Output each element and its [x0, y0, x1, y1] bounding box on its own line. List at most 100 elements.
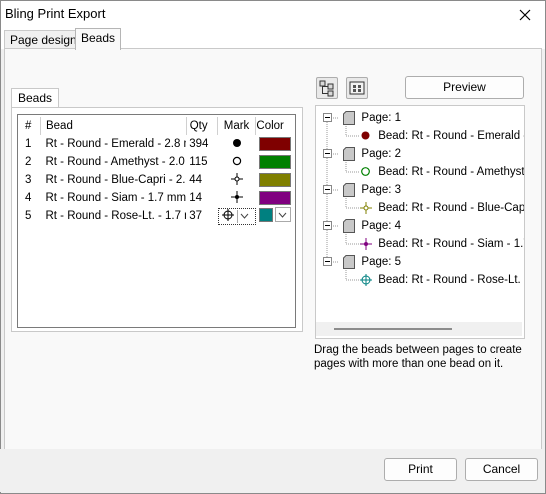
row-bead: Rt - Round - Amethyst - 2.0: [45, 156, 185, 168]
bead-label: Bead: Rt - Round - Emerald - 2: [378, 130, 525, 142]
print-button[interactable]: Print: [384, 458, 457, 481]
tab-beads[interactable]: Beads: [75, 28, 122, 50]
tree-node-bead[interactable]: Bead: Rt - Round - Amethyst - 2: [360, 163, 525, 181]
tree-node-bead[interactable]: Bead: Rt - Round - Siam - 1.7 m: [360, 235, 524, 253]
page-icon: [343, 110, 356, 125]
tree-node-page[interactable]: Page: 4: [323, 217, 401, 235]
mark-dropdown[interactable]: [217, 207, 256, 225]
tree-collapse-icon: [349, 81, 365, 95]
table-row[interactable]: 1 Rt - Round - Emerald - 2.8 m 394: [20, 135, 295, 153]
page-icon: [343, 254, 356, 269]
row-num: 5: [25, 210, 32, 222]
tree-node-bead[interactable]: Bead: Rt - Round - Blue-Capri - 2: [360, 199, 525, 217]
row-mark[interactable]: [217, 189, 256, 207]
color-swatch: [258, 155, 291, 169]
tree-node-bead[interactable]: Bead: Rt - Round - Emerald - 2: [360, 127, 525, 145]
color-swatch: [258, 137, 291, 151]
tree-node-page[interactable]: Page: 3: [323, 181, 401, 199]
dialog-footer: [0, 449, 544, 492]
table-row[interactable]: 3 Rt - Round - Blue-Capri - 2.0 44: [20, 171, 295, 189]
column-header-mark[interactable]: Mark: [217, 117, 257, 135]
page-label: Page: 4: [361, 220, 402, 232]
beads-inner-tab[interactable]: Beads: [11, 88, 60, 107]
color-swatch: [258, 207, 273, 222]
collapse-box-icon[interactable]: [323, 149, 332, 159]
tree-node-page[interactable]: Page: 2: [323, 145, 401, 163]
row-qty: 14: [189, 192, 203, 204]
page-label: Page: 1: [361, 112, 402, 124]
column-header-qty[interactable]: Qty: [186, 117, 218, 135]
page-tree[interactable]: Page: 1 Bead: Rt - Round - Emerald - 2 P…: [315, 105, 525, 339]
tree-node-page[interactable]: Page: 5: [323, 253, 401, 271]
row-mark[interactable]: [217, 171, 256, 189]
row-color[interactable]: [256, 207, 295, 225]
open-star-icon: [230, 172, 243, 185]
row-bead: Rt - Round - Rose-Lt. - 1.7 n: [45, 210, 187, 222]
close-icon: [519, 9, 531, 21]
table-row[interactable]: 5 Rt - Round - Rose-Lt. - 1.7 n 37: [20, 207, 295, 225]
preview-button[interactable]: Preview: [405, 76, 524, 99]
row-color[interactable]: [256, 135, 295, 153]
bead-mark-icon: [360, 237, 372, 250]
bead-label: Bead: Rt - Round - Amethyst - 2: [378, 166, 525, 178]
row-qty: 44: [189, 174, 203, 186]
cancel-button[interactable]: Cancel: [465, 458, 538, 481]
collapse-box-icon[interactable]: [323, 221, 332, 231]
row-mark[interactable]: [217, 153, 256, 171]
scrollbar-thumb[interactable]: [334, 328, 452, 330]
collapse-box-icon[interactable]: [323, 113, 332, 123]
row-num: 1: [25, 138, 32, 150]
column-header-num[interactable]: #: [20, 117, 41, 135]
table-row[interactable]: 4 Rt - Round - Siam - 1.7 mm 14: [20, 189, 295, 207]
row-color[interactable]: [256, 189, 295, 207]
title-bar: Bling Print Export: [1, 1, 545, 29]
color-dropdown[interactable]: [258, 207, 291, 223]
tab-page-design[interactable]: Page design: [4, 30, 83, 49]
row-num: 4: [25, 192, 32, 204]
bead-mark-icon: [360, 201, 372, 214]
row-bead: Rt - Round - Blue-Capri - 2.0: [45, 174, 187, 186]
collapse-box-icon[interactable]: [323, 257, 332, 267]
window-title: Bling Print Export: [5, 6, 106, 21]
bead-mark-icon: [361, 131, 370, 140]
column-header-bead[interactable]: Bead: [40, 117, 187, 135]
tab-beads-label: Beads: [81, 31, 116, 45]
chevron-down-icon[interactable]: [274, 207, 291, 223]
open-circle-icon: [232, 156, 241, 165]
tree-node-bead[interactable]: Bead: Rt - Round - Rose-Lt. - 1.7: [360, 271, 524, 289]
tree-node-page[interactable]: Page: 1: [323, 109, 401, 127]
chevron-down-icon[interactable]: [236, 209, 252, 223]
bead-label: Bead: Rt - Round - Blue-Capri - 2: [378, 202, 525, 214]
row-qty: 115: [189, 156, 208, 168]
row-qty: 394: [189, 138, 209, 150]
row-color[interactable]: [256, 171, 295, 189]
color-swatch: [258, 173, 291, 187]
bead-label: Bead: Rt - Round - Rose-Lt. - 1.7: [378, 274, 524, 286]
page-icon: [343, 182, 356, 197]
page-label: Page: 5: [361, 256, 402, 268]
row-num: 2: [25, 156, 32, 168]
crosshair-icon: [219, 208, 237, 225]
row-bead: Rt - Round - Siam - 1.7 mm: [45, 192, 187, 204]
filled-circle-icon: [232, 138, 241, 147]
row-mark[interactable]: [217, 135, 256, 153]
beads-inner-tab-label: Beads: [18, 91, 53, 105]
bead-mark-icon: [361, 167, 370, 177]
table-row[interactable]: 2 Rt - Round - Amethyst - 2.0 115: [20, 153, 295, 171]
page-icon: [343, 218, 356, 233]
column-header-color[interactable]: Color: [256, 117, 295, 135]
tree-expand-icon: [319, 80, 334, 97]
expand-tree-button[interactable]: [316, 77, 338, 99]
tree-horizontal-scrollbar[interactable]: [316, 322, 522, 336]
color-swatch: [258, 191, 291, 205]
collapse-box-icon[interactable]: [323, 185, 332, 195]
collapse-tree-button[interactable]: [346, 77, 368, 99]
page-label: Page: 3: [361, 184, 402, 196]
close-button[interactable]: [505, 1, 545, 29]
row-mark[interactable]: [217, 207, 256, 225]
row-qty: 37: [189, 210, 203, 222]
table-header: # Bead Qty Mark Color: [20, 117, 295, 135]
page-label: Page: 2: [361, 148, 402, 160]
row-color[interactable]: [256, 153, 295, 171]
beads-table[interactable]: # Bead Qty Mark Color 1 Rt - Round - Eme…: [17, 114, 296, 328]
